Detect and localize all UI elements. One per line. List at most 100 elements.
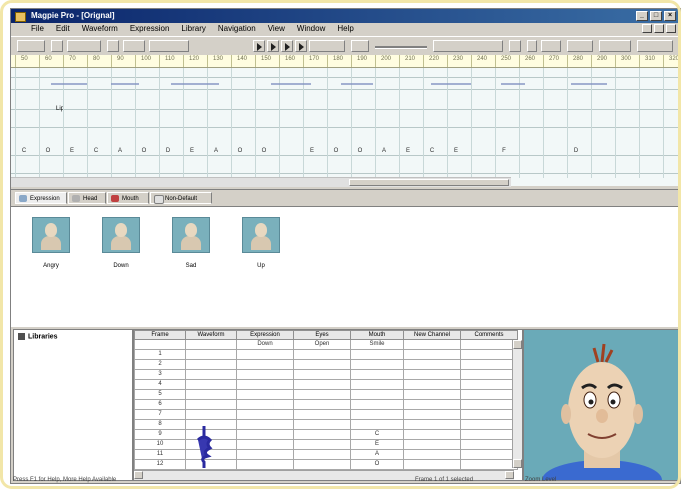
table-row[interactable]: 5 [134, 389, 518, 400]
table-row[interactable]: 12 O [134, 459, 518, 470]
table-cell[interactable]: 6 [134, 399, 186, 410]
table-cell[interactable] [185, 409, 237, 420]
library-item-sad[interactable]: Sad [171, 217, 211, 269]
edit-tools-button[interactable] [149, 40, 189, 52]
marker-button[interactable] [509, 40, 521, 52]
doc-minimize-icon[interactable] [642, 24, 652, 33]
table-cell[interactable]: 2 [134, 359, 186, 370]
column-header[interactable]: Waveform [185, 330, 237, 340]
timeline-scrollbar[interactable] [11, 177, 511, 187]
libraries-panel[interactable]: Libraries [13, 329, 133, 481]
table-cell[interactable] [236, 419, 294, 430]
table-cell[interactable] [293, 449, 351, 460]
grid-button[interactable] [541, 40, 561, 52]
expression-key[interactable] [501, 83, 525, 85]
expression-key[interactable] [571, 83, 607, 85]
library-item-angry[interactable]: Angry [31, 217, 71, 269]
libraries-header[interactable]: Libraries [18, 333, 58, 340]
maximize-icon[interactable]: □ [650, 11, 662, 21]
table-cell[interactable] [403, 449, 461, 460]
export-button[interactable] [567, 40, 593, 52]
table-cell[interactable] [350, 369, 404, 380]
phoneme-cell[interactable]: E [447, 148, 465, 154]
expression-key[interactable] [431, 83, 471, 85]
menu-view[interactable]: View [268, 23, 285, 35]
table-row[interactable]: 11 A [134, 449, 518, 460]
expression-key[interactable] [171, 83, 219, 85]
phoneme-cell[interactable]: C [423, 148, 441, 154]
table-cell[interactable]: O [350, 459, 404, 470]
menu-file[interactable]: File [31, 23, 44, 35]
table-cell[interactable]: 7 [134, 409, 186, 420]
table-cell[interactable] [403, 399, 461, 410]
table-cell[interactable] [293, 349, 351, 360]
stop-button[interactable] [281, 40, 293, 52]
table-cell[interactable] [293, 399, 351, 410]
column-header[interactable]: Frame [134, 330, 186, 340]
table-cell[interactable] [185, 349, 237, 360]
menu-edit[interactable]: Edit [56, 23, 70, 35]
table-cell[interactable] [460, 369, 518, 380]
table-cell[interactable] [236, 369, 294, 380]
table-cell[interactable] [236, 449, 294, 460]
table-row[interactable]: 7 [134, 409, 518, 420]
sheet-vertical-scrollbar[interactable] [512, 340, 522, 468]
table-cell[interactable] [403, 459, 461, 470]
table-cell[interactable] [460, 409, 518, 420]
table-cell[interactable] [403, 389, 461, 400]
table-row[interactable]: 4 [134, 379, 518, 390]
table-cell[interactable]: 12 [134, 459, 186, 470]
menu-window[interactable]: Window [297, 23, 325, 35]
table-cell[interactable] [460, 389, 518, 400]
table-cell[interactable] [460, 439, 518, 450]
phoneme-cell[interactable]: E [399, 148, 417, 154]
options-button[interactable] [599, 40, 631, 52]
close-icon[interactable]: × [664, 11, 676, 21]
table-row[interactable]: 6 [134, 399, 518, 410]
table-cell[interactable] [236, 359, 294, 370]
table-cell[interactable] [293, 379, 351, 390]
record-button[interactable] [351, 40, 369, 52]
table-cell[interactable] [403, 369, 461, 380]
table-cell[interactable] [403, 379, 461, 390]
table-cell[interactable] [403, 409, 461, 420]
menu-navigation[interactable]: Navigation [218, 23, 256, 35]
table-cell[interactable] [350, 379, 404, 390]
column-header[interactable]: Comments [460, 330, 518, 340]
table-cell[interactable]: 9 [134, 429, 186, 440]
insert-button[interactable] [123, 40, 145, 52]
library-item-up[interactable]: Up [241, 217, 281, 269]
play-button[interactable] [253, 40, 265, 52]
table-cell[interactable] [350, 359, 404, 370]
table-cell[interactable] [403, 339, 461, 350]
table-cell[interactable] [350, 419, 404, 430]
table-row[interactable]: 8 [134, 419, 518, 430]
table-cell[interactable]: A [350, 449, 404, 460]
phoneme-cell[interactable]: D [159, 148, 177, 154]
table-cell[interactable] [236, 379, 294, 390]
table-cell[interactable] [460, 349, 518, 360]
table-cell[interactable] [293, 429, 351, 440]
table-cell[interactable] [350, 409, 404, 420]
phoneme-cell[interactable]: C [87, 148, 105, 154]
table-cell[interactable] [185, 339, 237, 350]
table-row[interactable]: 2 [134, 359, 518, 370]
table-cell[interactable] [236, 409, 294, 420]
table-cell[interactable] [460, 429, 518, 440]
column-header[interactable]: New Channel [403, 330, 461, 340]
column-header[interactable]: Eyes [293, 330, 351, 340]
table-cell[interactable] [236, 349, 294, 360]
phoneme-cell[interactable]: D [567, 148, 585, 154]
table-cell[interactable] [403, 429, 461, 440]
column-header[interactable]: Expression [236, 330, 294, 340]
expression-key[interactable] [271, 83, 311, 85]
library-item-down[interactable]: Down [101, 217, 141, 269]
table-cell[interactable]: 1 [134, 349, 186, 360]
timeline-scroll-thumb[interactable] [349, 179, 509, 186]
loop-button[interactable] [295, 40, 307, 52]
save-button[interactable] [51, 40, 63, 52]
zoom-slider[interactable] [375, 46, 427, 49]
table-cell[interactable]: Smile [350, 339, 404, 350]
table-cell[interactable] [134, 339, 186, 350]
phoneme-cell[interactable]: O [327, 148, 345, 154]
